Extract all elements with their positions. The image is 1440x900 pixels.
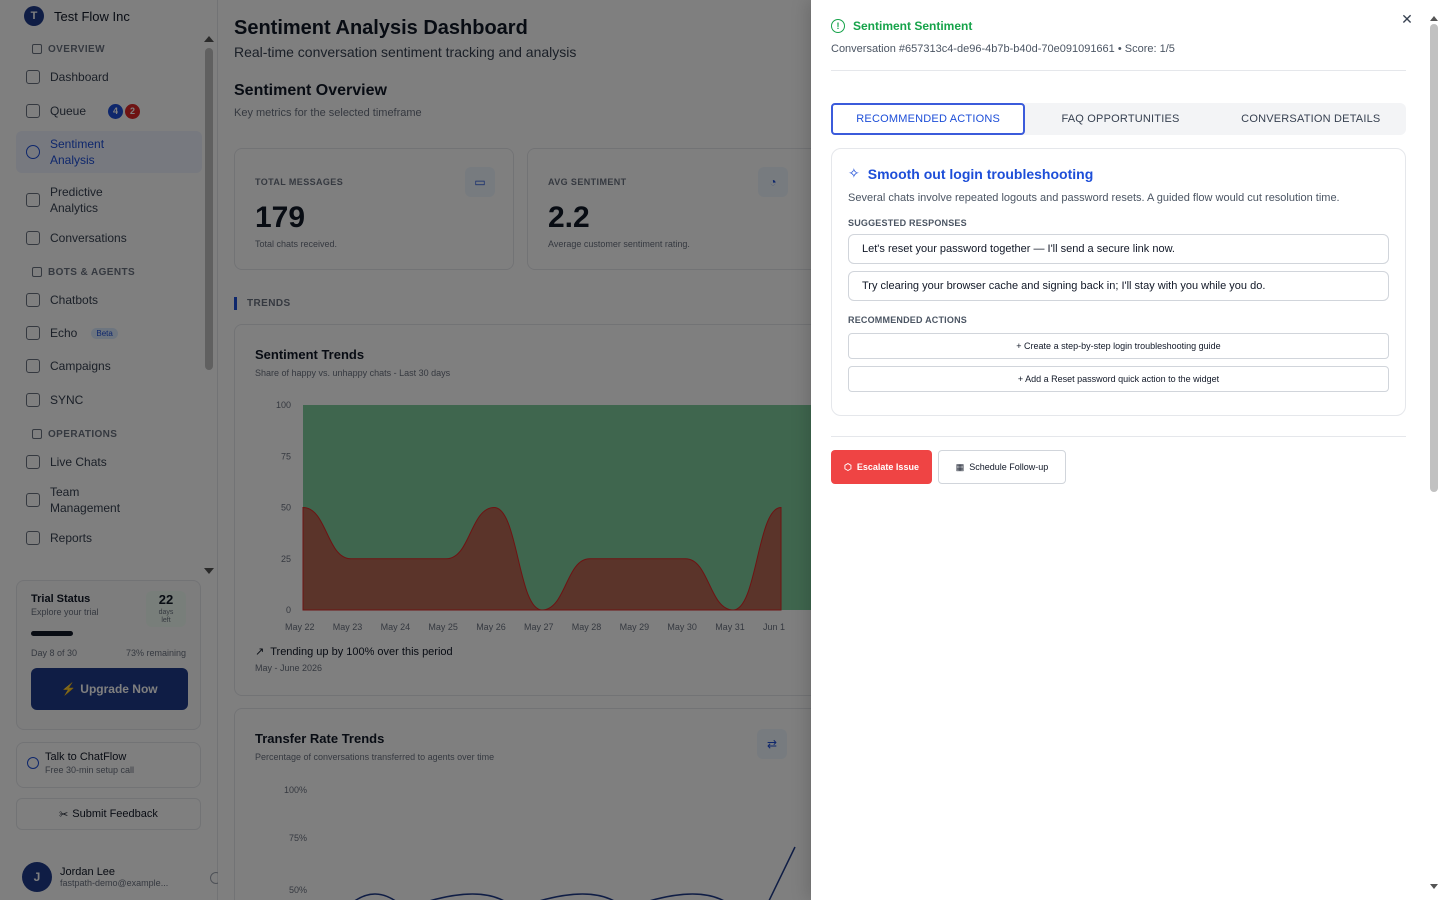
suggested-response[interactable]: Let's reset your password together — I'l… [848, 234, 1389, 264]
sparkles-icon: ✧ [848, 165, 860, 181]
calendar-icon: ▦ [955, 461, 965, 472]
modal-overlay[interactable] [0, 0, 812, 900]
drawer-tabs: RECOMMENDED ACTIONS FAQ OPPORTUNITIES CO… [831, 103, 1406, 135]
recommended-actions-heading: RECOMMENDED ACTIONS [848, 315, 967, 325]
recommendation-description: Several chats involve repeated logouts a… [848, 192, 1340, 204]
schedule-follow-up-button[interactable]: ▦ Schedule Follow-up [938, 450, 1066, 484]
divider [831, 70, 1406, 71]
drawer-header: ! Sentiment Sentiment [831, 19, 972, 33]
suggested-responses-heading: SUGGESTED RESPONSES [848, 218, 967, 228]
suggested-response[interactable]: Try clearing your browser cache and sign… [848, 271, 1389, 301]
scroll-down-arrow-icon[interactable] [1430, 884, 1438, 889]
conversation-meta: Conversation #657313c4-de96-4b7b-b40d-70… [831, 43, 1175, 55]
add-quick-action-button[interactable]: + Add a Reset password quick action to t… [848, 366, 1389, 392]
shield-icon: ⬡ [844, 461, 852, 472]
alert-circle-icon: ! [831, 19, 845, 33]
recommendation-title: ✧ Smooth out login troubleshooting [848, 165, 1094, 182]
drawer-title: Sentiment Sentiment [853, 19, 973, 33]
create-guide-button[interactable]: + Create a step-by-step login troublesho… [848, 333, 1389, 359]
close-icon[interactable]: ✕ [1400, 12, 1414, 26]
drawer-scrollbar[interactable] [1430, 16, 1438, 892]
recommendation-card: ✧ Smooth out login troubleshooting Severa… [831, 148, 1406, 416]
drawer-scroll-thumb[interactable] [1430, 24, 1438, 492]
divider [831, 436, 1406, 437]
tab-faq-opportunities[interactable]: FAQ OPPORTUNITIES [1025, 103, 1215, 135]
escalate-issue-button[interactable]: ⬡ Escalate Issue [831, 450, 932, 484]
scroll-up-arrow-icon[interactable] [1430, 16, 1438, 21]
sentiment-detail-drawer: ! Sentiment Sentiment Conversation #6573… [811, 0, 1440, 900]
tab-conversation-details[interactable]: CONVERSATION DETAILS [1216, 103, 1406, 135]
tab-recommended-actions[interactable]: RECOMMENDED ACTIONS [831, 103, 1026, 135]
